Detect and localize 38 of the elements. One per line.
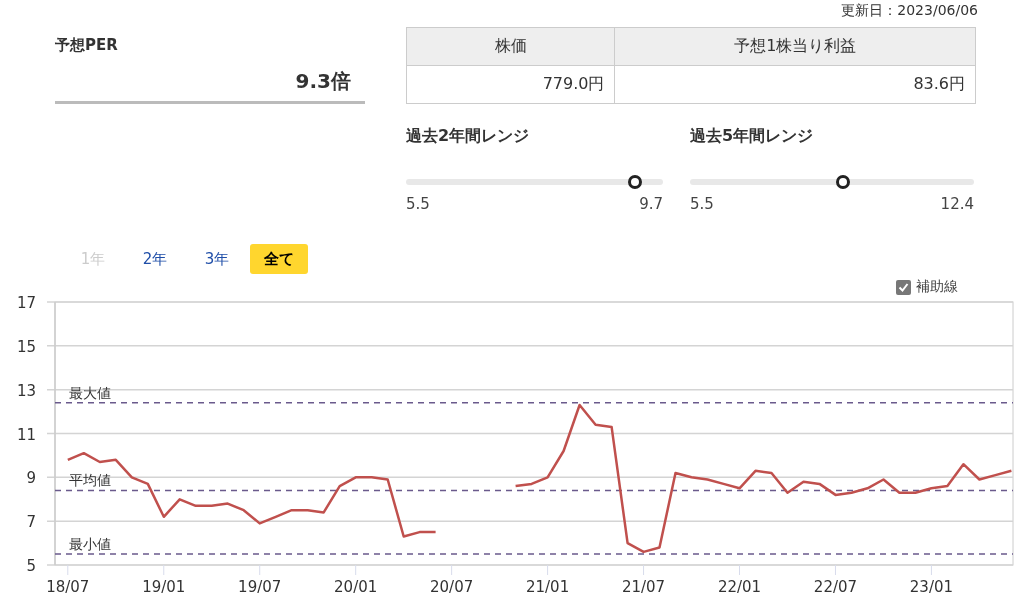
table-cell: 83.6円 — [615, 65, 976, 104]
column-header: 株価 — [406, 27, 615, 66]
axis-label: 22/01 — [717, 578, 762, 596]
reference-line-label: 平均値 — [69, 472, 111, 489]
axis-label: 18/07 — [46, 578, 90, 596]
axis-label: 20/07 — [430, 578, 474, 596]
range-min: 5.5 — [406, 195, 430, 213]
axis-label: 13 — [16, 381, 36, 400]
axis-label: 20/01 — [334, 578, 378, 596]
axis-label: 17 — [16, 294, 36, 312]
period-tab[interactable]: 2年 — [126, 244, 184, 274]
range-max: 9.7 — [639, 195, 663, 213]
checkbox[interactable] — [896, 279, 911, 295]
range-title: 過去5年間レンジ — [690, 126, 815, 147]
axis-label: 23/01 — [909, 578, 954, 596]
axis-label: 21/01 — [526, 578, 570, 596]
axis-label: 22/07 — [813, 578, 858, 596]
reference-line-label: 最大値 — [69, 384, 111, 401]
axis-label: 11 — [16, 425, 36, 444]
period-tab[interactable]: 全て — [250, 244, 308, 274]
column-header: 予想1株当り利益 — [615, 27, 976, 66]
axis-label: 21/07 — [621, 578, 666, 596]
per-value: 9.3倍 — [294, 68, 352, 95]
range-max: 12.4 — [940, 195, 974, 213]
checkbox-label: 補助線 — [916, 278, 958, 296]
table-cell: 779.0円 — [406, 65, 615, 104]
axis-label: 19/07 — [238, 578, 282, 596]
axis-label: 7 — [26, 513, 36, 532]
axis-label: 15 — [16, 337, 36, 356]
axis-label: 5 — [26, 557, 36, 575]
reference-line-label: 最小値 — [69, 536, 111, 553]
axis-label: 19/01 — [142, 578, 186, 596]
period-tab[interactable]: 3年 — [188, 244, 246, 274]
range-min: 5.5 — [690, 195, 714, 213]
per-label: 予想PER — [55, 36, 119, 55]
range-title: 過去2年間レンジ — [406, 126, 531, 147]
update-date: 更新日：2023/06/06 — [841, 2, 978, 20]
axis-label: 9 — [26, 469, 36, 488]
